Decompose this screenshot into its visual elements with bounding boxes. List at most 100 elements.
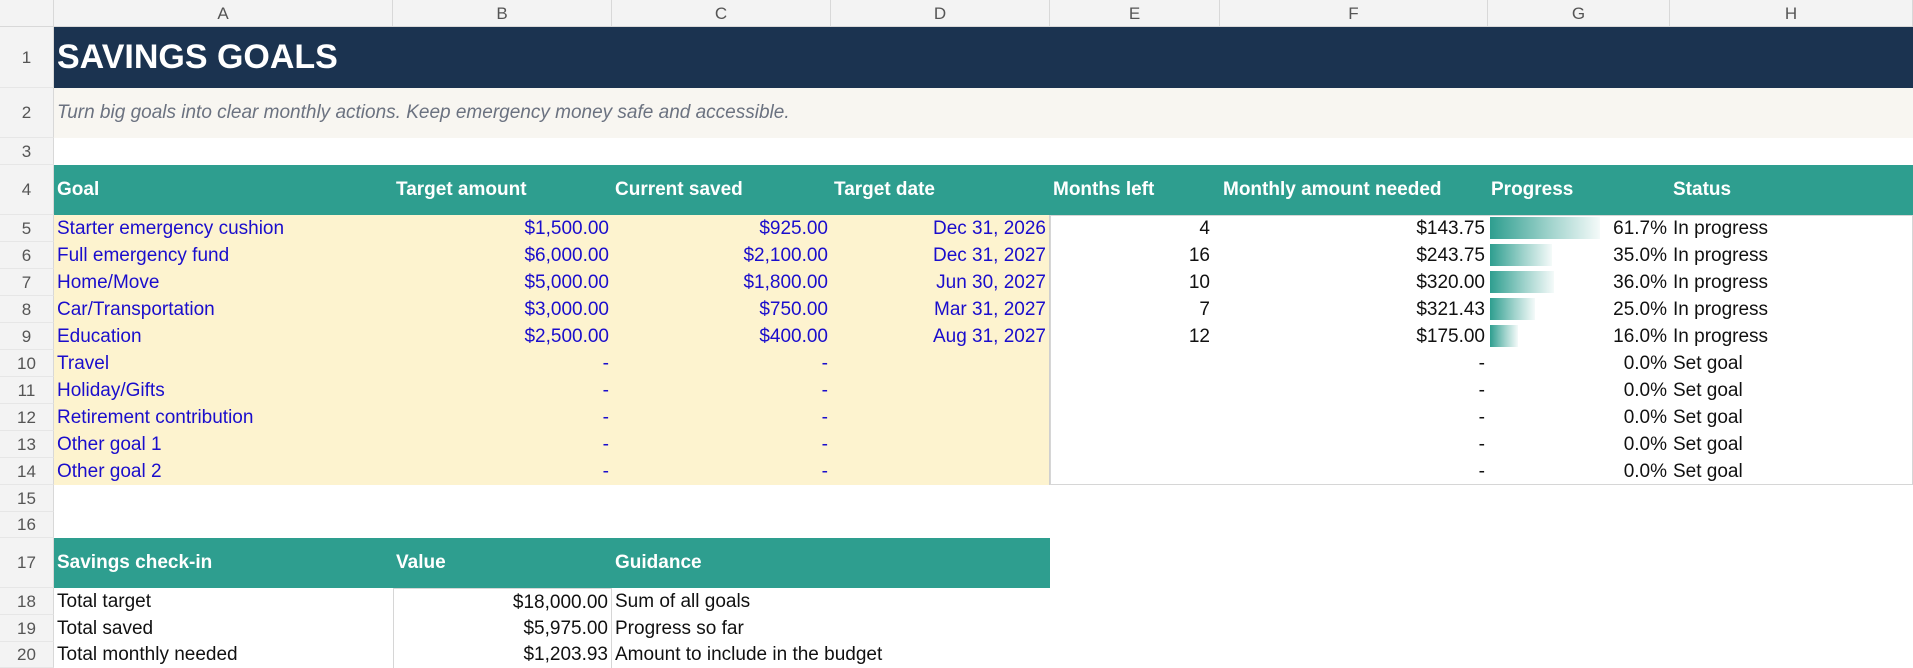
checkin-value-cell[interactable]: $18,000.00 [393,588,612,615]
months-left-cell[interactable] [1050,377,1220,404]
progress-cell[interactable]: 35.0% [1488,242,1670,269]
months-left-cell[interactable]: 4 [1050,215,1220,242]
status-cell[interactable]: In progress [1670,323,1913,350]
row-header-8[interactable]: 8 [0,296,54,323]
monthly-needed-cell[interactable]: - [1220,350,1488,377]
goals-header-progress[interactable]: Progress [1488,165,1670,215]
checkin-value-cell[interactable]: $5,975.00 [393,615,612,642]
monthly-needed-cell[interactable]: - [1220,458,1488,485]
sheet-subtitle[interactable]: Turn big goals into clear monthly action… [54,88,1913,138]
goals-header-target-date[interactable]: Target date [831,165,1050,215]
target-amount-cell[interactable]: - [393,458,612,485]
checkin-guidance-cell[interactable]: Amount to include in the budget [612,642,1050,668]
target-amount-cell[interactable]: - [393,350,612,377]
monthly-needed-cell[interactable]: $243.75 [1220,242,1488,269]
target-date-cell[interactable]: Mar 31, 2027 [831,296,1050,323]
status-cell[interactable]: In progress [1670,242,1913,269]
monthly-needed-cell[interactable]: $143.75 [1220,215,1488,242]
months-left-cell[interactable] [1050,350,1220,377]
monthly-needed-cell[interactable]: $321.43 [1220,296,1488,323]
goals-header-current-saved[interactable]: Current saved [612,165,831,215]
goal-name-cell[interactable]: Other goal 1 [54,431,393,458]
sheet-corner[interactable] [0,0,54,27]
progress-cell[interactable]: 0.0% [1488,350,1670,377]
monthly-needed-cell[interactable]: - [1220,377,1488,404]
checkin-label-cell[interactable]: Total target [54,588,393,615]
target-amount-cell[interactable]: $5,000.00 [393,269,612,296]
target-date-cell[interactable] [831,350,1050,377]
current-saved-cell[interactable]: $925.00 [612,215,831,242]
progress-cell[interactable]: 61.7% [1488,215,1670,242]
progress-cell[interactable]: 25.0% [1488,296,1670,323]
status-cell[interactable]: Set goal [1670,404,1913,431]
checkin-value-cell[interactable]: $1,203.93 [393,642,612,668]
goal-name-cell[interactable]: Retirement contribution [54,404,393,431]
current-saved-cell[interactable]: - [612,431,831,458]
row-header-1[interactable]: 1 [0,27,54,88]
checkin-header-fill[interactable] [831,538,1050,588]
goals-header-monthly-amount-needed[interactable]: Monthly amount needed [1220,165,1488,215]
target-date-cell[interactable]: Jun 30, 2027 [831,269,1050,296]
row-header-2[interactable]: 2 [0,88,54,138]
target-amount-cell[interactable]: - [393,431,612,458]
column-header-b[interactable]: B [393,0,612,27]
status-cell[interactable]: Set goal [1670,350,1913,377]
row-header-4[interactable]: 4 [0,165,54,215]
row-header-16[interactable]: 16 [0,512,54,538]
target-amount-cell[interactable]: - [393,404,612,431]
months-left-cell[interactable] [1050,431,1220,458]
row-header-7[interactable]: 7 [0,269,54,296]
target-date-cell[interactable] [831,458,1050,485]
column-header-d[interactable]: D [831,0,1050,27]
column-header-h[interactable]: H [1670,0,1913,27]
checkin-header-guidance[interactable]: Guidance [612,538,831,588]
monthly-needed-cell[interactable]: - [1220,431,1488,458]
current-saved-cell[interactable]: $400.00 [612,323,831,350]
row-header-20[interactable]: 20 [0,642,54,668]
status-cell[interactable]: In progress [1670,269,1913,296]
row-header-15[interactable]: 15 [0,485,54,512]
column-header-c[interactable]: C [612,0,831,27]
goal-name-cell[interactable]: Home/Move [54,269,393,296]
target-date-cell[interactable]: Aug 31, 2027 [831,323,1050,350]
target-amount-cell[interactable]: $2,500.00 [393,323,612,350]
checkin-guidance-cell[interactable]: Sum of all goals [612,588,1050,615]
progress-cell[interactable]: 0.0% [1488,431,1670,458]
months-left-cell[interactable]: 7 [1050,296,1220,323]
target-amount-cell[interactable]: $1,500.00 [393,215,612,242]
row-header-3[interactable]: 3 [0,138,54,165]
row-header-13[interactable]: 13 [0,431,54,458]
current-saved-cell[interactable]: - [612,377,831,404]
checkin-header-savings-check-in[interactable]: Savings check-in [54,538,393,588]
checkin-guidance-cell[interactable]: Progress so far [612,615,1050,642]
status-cell[interactable]: In progress [1670,296,1913,323]
column-header-a[interactable]: A [54,0,393,27]
column-header-f[interactable]: F [1220,0,1488,27]
target-amount-cell[interactable]: $6,000.00 [393,242,612,269]
target-date-cell[interactable]: Dec 31, 2026 [831,215,1050,242]
row-header-6[interactable]: 6 [0,242,54,269]
sheet-title[interactable]: SAVINGS GOALS [54,27,1913,88]
status-cell[interactable]: Set goal [1670,458,1913,485]
goal-name-cell[interactable]: Full emergency fund [54,242,393,269]
current-saved-cell[interactable]: - [612,404,831,431]
status-cell[interactable]: In progress [1670,215,1913,242]
column-header-g[interactable]: G [1488,0,1670,27]
target-amount-cell[interactable]: $3,000.00 [393,296,612,323]
goal-name-cell[interactable]: Car/Transportation [54,296,393,323]
months-left-cell[interactable]: 12 [1050,323,1220,350]
target-date-cell[interactable]: Dec 31, 2027 [831,242,1050,269]
goal-name-cell[interactable]: Travel [54,350,393,377]
checkin-header-value[interactable]: Value [393,538,612,588]
status-cell[interactable]: Set goal [1670,377,1913,404]
column-header-e[interactable]: E [1050,0,1220,27]
months-left-cell[interactable]: 10 [1050,269,1220,296]
months-left-cell[interactable] [1050,404,1220,431]
progress-cell[interactable]: 0.0% [1488,458,1670,485]
goals-header-months-left[interactable]: Months left [1050,165,1220,215]
checkin-label-cell[interactable]: Total saved [54,615,393,642]
target-date-cell[interactable] [831,377,1050,404]
row-header-14[interactable]: 14 [0,458,54,485]
monthly-needed-cell[interactable]: $175.00 [1220,323,1488,350]
current-saved-cell[interactable]: $750.00 [612,296,831,323]
